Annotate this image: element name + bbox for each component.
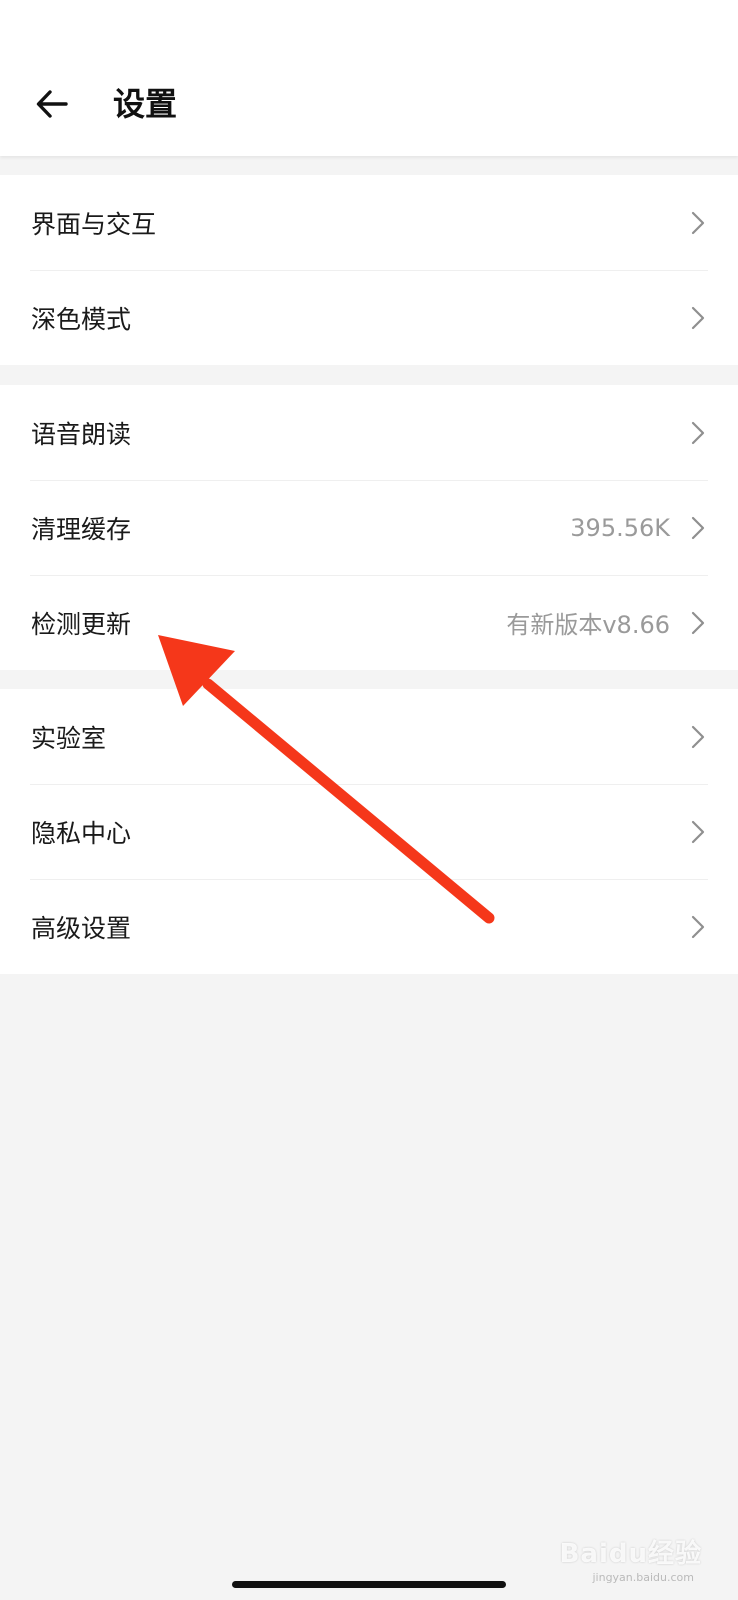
settings-item-dark-mode[interactable]: 深色模式 — [0, 270, 738, 365]
settings-item-check-update[interactable]: 检测更新 有新版本v8.66 — [0, 575, 738, 670]
chevron-right-icon — [688, 913, 708, 941]
chevron-right-icon — [688, 209, 708, 237]
settings-group-general: 语音朗读 清理缓存 395.56K 检测更新 有新版本v8.66 — [0, 385, 738, 670]
chevron-right-icon — [688, 304, 708, 332]
chevron-right-icon — [688, 723, 708, 751]
chevron-right-icon — [688, 609, 708, 637]
settings-item-privacy[interactable]: 隐私中心 — [0, 784, 738, 879]
settings-item-label: 界面与交互 — [31, 209, 157, 239]
home-indicator[interactable] — [232, 1581, 506, 1588]
settings-group-display: 界面与交互 深色模式 — [0, 175, 738, 365]
arrow-left-icon — [36, 90, 68, 118]
settings-item-clear-cache[interactable]: 清理缓存 395.56K — [0, 480, 738, 575]
settings-item-label: 语音朗读 — [31, 419, 132, 449]
chevron-right-icon — [688, 514, 708, 542]
settings-group-advanced: 实验室 隐私中心 高级设置 — [0, 689, 738, 974]
settings-item-label: 实验室 — [31, 723, 107, 753]
chevron-right-icon — [688, 818, 708, 846]
chevron-right-icon — [688, 419, 708, 447]
settings-item-lab[interactable]: 实验室 — [0, 689, 738, 784]
settings-item-label: 深色模式 — [31, 304, 132, 334]
update-version-value: 有新版本v8.66 — [506, 611, 670, 639]
settings-item-interface[interactable]: 界面与交互 — [0, 175, 738, 270]
page-title: 设置 — [113, 85, 178, 123]
watermark-url: jingyan.baidu.com — [592, 1571, 694, 1584]
settings-item-label: 检测更新 — [31, 609, 132, 639]
settings-item-label: 隐私中心 — [31, 818, 132, 848]
settings-item-label: 高级设置 — [31, 913, 132, 943]
watermark: Baidu经验 — [559, 1539, 702, 1569]
settings-item-label: 清理缓存 — [31, 514, 132, 544]
app-header: 设置 — [0, 0, 738, 156]
back-button[interactable] — [26, 78, 78, 130]
settings-item-voice-read[interactable]: 语音朗读 — [0, 385, 738, 480]
cache-size-value: 395.56K — [570, 513, 670, 542]
settings-item-advanced[interactable]: 高级设置 — [0, 879, 738, 974]
